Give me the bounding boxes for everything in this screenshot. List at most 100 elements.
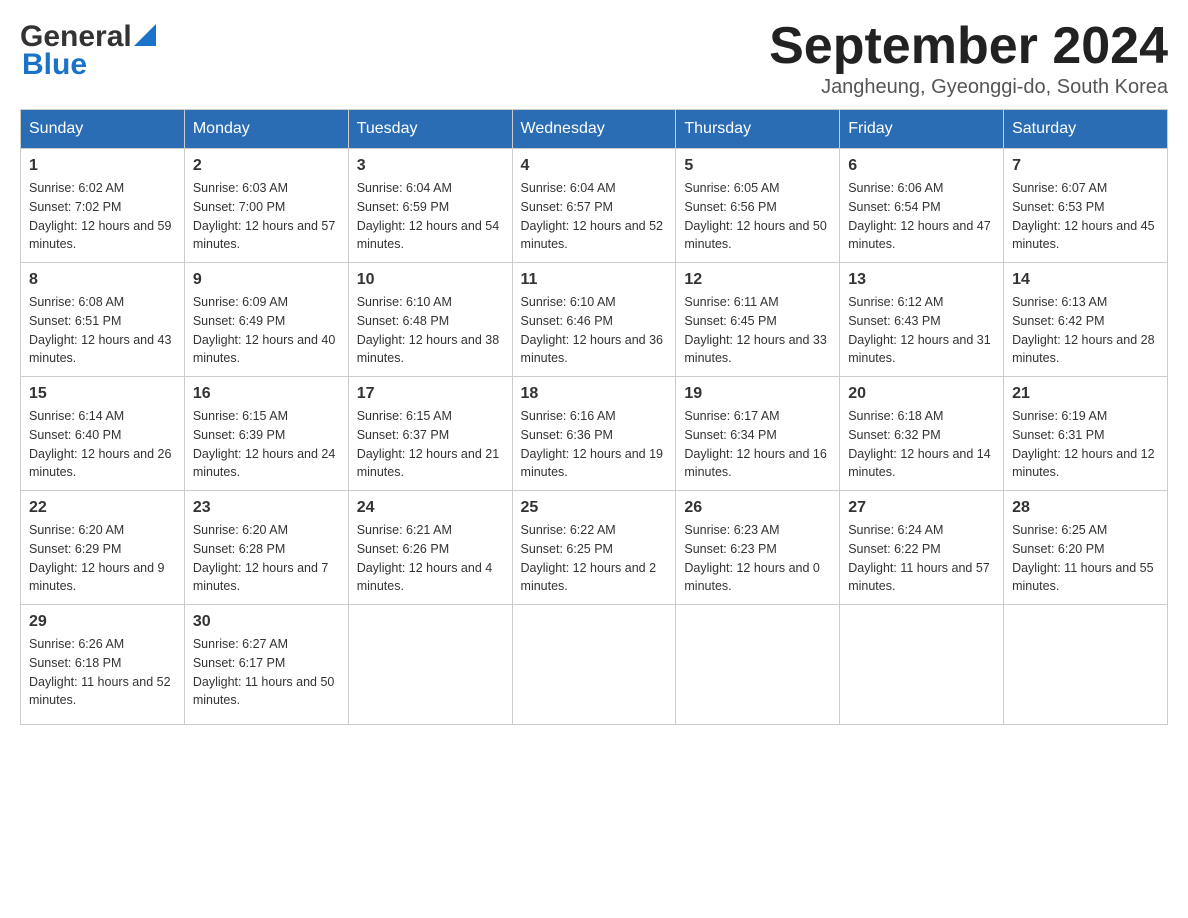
day-number: 16	[193, 385, 340, 403]
day-info: Sunrise: 6:18 AMSunset: 6:32 PMDaylight:…	[848, 407, 995, 482]
calendar-day-empty	[512, 605, 676, 725]
day-info: Sunrise: 6:24 AMSunset: 6:22 PMDaylight:…	[848, 521, 995, 596]
day-number: 24	[357, 499, 504, 517]
calendar-day-7: 7 Sunrise: 6:07 AMSunset: 6:53 PMDayligh…	[1004, 149, 1168, 263]
day-info: Sunrise: 6:05 AMSunset: 6:56 PMDaylight:…	[684, 179, 831, 254]
calendar-day-8: 8 Sunrise: 6:08 AMSunset: 6:51 PMDayligh…	[21, 263, 185, 377]
day-number: 4	[521, 157, 668, 175]
day-number: 21	[1012, 385, 1159, 403]
weekday-header-sunday: Sunday	[21, 110, 185, 149]
calendar-day-11: 11 Sunrise: 6:10 AMSunset: 6:46 PMDaylig…	[512, 263, 676, 377]
day-info: Sunrise: 6:04 AMSunset: 6:57 PMDaylight:…	[521, 179, 668, 254]
day-number: 23	[193, 499, 340, 517]
day-info: Sunrise: 6:10 AMSunset: 6:46 PMDaylight:…	[521, 293, 668, 368]
day-number: 2	[193, 157, 340, 175]
location-subtitle: Jangheung, Gyeonggi-do, South Korea	[769, 76, 1168, 99]
month-title: September 2024	[769, 20, 1168, 72]
weekday-header-thursday: Thursday	[676, 110, 840, 149]
day-number: 12	[684, 271, 831, 289]
day-number: 19	[684, 385, 831, 403]
day-number: 30	[193, 613, 340, 631]
day-number: 28	[1012, 499, 1159, 517]
day-number: 18	[521, 385, 668, 403]
calendar-day-27: 27 Sunrise: 6:24 AMSunset: 6:22 PMDaylig…	[840, 491, 1004, 605]
calendar-day-20: 20 Sunrise: 6:18 AMSunset: 6:32 PMDaylig…	[840, 377, 1004, 491]
day-number: 14	[1012, 271, 1159, 289]
day-number: 6	[848, 157, 995, 175]
weekday-header-friday: Friday	[840, 110, 1004, 149]
day-number: 25	[521, 499, 668, 517]
calendar-day-9: 9 Sunrise: 6:09 AMSunset: 6:49 PMDayligh…	[184, 263, 348, 377]
calendar-day-12: 12 Sunrise: 6:11 AMSunset: 6:45 PMDaylig…	[676, 263, 840, 377]
calendar-day-14: 14 Sunrise: 6:13 AMSunset: 6:42 PMDaylig…	[1004, 263, 1168, 377]
day-number: 8	[29, 271, 176, 289]
calendar-day-21: 21 Sunrise: 6:19 AMSunset: 6:31 PMDaylig…	[1004, 377, 1168, 491]
day-info: Sunrise: 6:20 AMSunset: 6:28 PMDaylight:…	[193, 521, 340, 596]
day-info: Sunrise: 6:12 AMSunset: 6:43 PMDaylight:…	[848, 293, 995, 368]
day-info: Sunrise: 6:23 AMSunset: 6:23 PMDaylight:…	[684, 521, 831, 596]
day-number: 26	[684, 499, 831, 517]
day-info: Sunrise: 6:27 AMSunset: 6:17 PMDaylight:…	[193, 635, 340, 710]
day-number: 5	[684, 157, 831, 175]
calendar-day-2: 2 Sunrise: 6:03 AMSunset: 7:00 PMDayligh…	[184, 149, 348, 263]
day-info: Sunrise: 6:08 AMSunset: 6:51 PMDaylight:…	[29, 293, 176, 368]
day-info: Sunrise: 6:13 AMSunset: 6:42 PMDaylight:…	[1012, 293, 1159, 368]
weekday-header-tuesday: Tuesday	[348, 110, 512, 149]
day-number: 1	[29, 157, 176, 175]
day-number: 7	[1012, 157, 1159, 175]
day-info: Sunrise: 6:25 AMSunset: 6:20 PMDaylight:…	[1012, 521, 1159, 596]
calendar-header-row: SundayMondayTuesdayWednesdayThursdayFrid…	[21, 110, 1168, 149]
calendar-day-28: 28 Sunrise: 6:25 AMSunset: 6:20 PMDaylig…	[1004, 491, 1168, 605]
calendar-week-4: 22 Sunrise: 6:20 AMSunset: 6:29 PMDaylig…	[21, 491, 1168, 605]
day-number: 13	[848, 271, 995, 289]
day-number: 27	[848, 499, 995, 517]
day-number: 9	[193, 271, 340, 289]
day-info: Sunrise: 6:15 AMSunset: 6:37 PMDaylight:…	[357, 407, 504, 482]
calendar-day-10: 10 Sunrise: 6:10 AMSunset: 6:48 PMDaylig…	[348, 263, 512, 377]
day-number: 29	[29, 613, 176, 631]
day-info: Sunrise: 6:06 AMSunset: 6:54 PMDaylight:…	[848, 179, 995, 254]
day-info: Sunrise: 6:10 AMSunset: 6:48 PMDaylight:…	[357, 293, 504, 368]
day-info: Sunrise: 6:22 AMSunset: 6:25 PMDaylight:…	[521, 521, 668, 596]
calendar-day-16: 16 Sunrise: 6:15 AMSunset: 6:39 PMDaylig…	[184, 377, 348, 491]
calendar-day-empty	[840, 605, 1004, 725]
calendar-week-3: 15 Sunrise: 6:14 AMSunset: 6:40 PMDaylig…	[21, 377, 1168, 491]
calendar-day-19: 19 Sunrise: 6:17 AMSunset: 6:34 PMDaylig…	[676, 377, 840, 491]
day-info: Sunrise: 6:07 AMSunset: 6:53 PMDaylight:…	[1012, 179, 1159, 254]
day-info: Sunrise: 6:03 AMSunset: 7:00 PMDaylight:…	[193, 179, 340, 254]
day-number: 10	[357, 271, 504, 289]
calendar-day-3: 3 Sunrise: 6:04 AMSunset: 6:59 PMDayligh…	[348, 149, 512, 263]
calendar-day-29: 29 Sunrise: 6:26 AMSunset: 6:18 PMDaylig…	[21, 605, 185, 725]
calendar-day-24: 24 Sunrise: 6:21 AMSunset: 6:26 PMDaylig…	[348, 491, 512, 605]
calendar-day-13: 13 Sunrise: 6:12 AMSunset: 6:43 PMDaylig…	[840, 263, 1004, 377]
day-info: Sunrise: 6:21 AMSunset: 6:26 PMDaylight:…	[357, 521, 504, 596]
day-info: Sunrise: 6:17 AMSunset: 6:34 PMDaylight:…	[684, 407, 831, 482]
day-number: 11	[521, 271, 668, 289]
calendar-day-22: 22 Sunrise: 6:20 AMSunset: 6:29 PMDaylig…	[21, 491, 185, 605]
calendar-day-6: 6 Sunrise: 6:06 AMSunset: 6:54 PMDayligh…	[840, 149, 1004, 263]
day-number: 17	[357, 385, 504, 403]
weekday-header-wednesday: Wednesday	[512, 110, 676, 149]
calendar-day-5: 5 Sunrise: 6:05 AMSunset: 6:56 PMDayligh…	[676, 149, 840, 263]
day-info: Sunrise: 6:04 AMSunset: 6:59 PMDaylight:…	[357, 179, 504, 254]
calendar-day-empty	[1004, 605, 1168, 725]
day-info: Sunrise: 6:02 AMSunset: 7:02 PMDaylight:…	[29, 179, 176, 254]
logo: General Blue	[20, 20, 156, 82]
calendar-day-1: 1 Sunrise: 6:02 AMSunset: 7:02 PMDayligh…	[21, 149, 185, 263]
page-header: General Blue September 2024 Jangheung, G…	[20, 20, 1168, 99]
logo-triangle-icon	[134, 24, 156, 46]
calendar-day-empty	[676, 605, 840, 725]
calendar-day-23: 23 Sunrise: 6:20 AMSunset: 6:28 PMDaylig…	[184, 491, 348, 605]
day-number: 20	[848, 385, 995, 403]
calendar-table: SundayMondayTuesdayWednesdayThursdayFrid…	[20, 109, 1168, 725]
calendar-day-30: 30 Sunrise: 6:27 AMSunset: 6:17 PMDaylig…	[184, 605, 348, 725]
day-info: Sunrise: 6:11 AMSunset: 6:45 PMDaylight:…	[684, 293, 831, 368]
day-info: Sunrise: 6:15 AMSunset: 6:39 PMDaylight:…	[193, 407, 340, 482]
title-block: September 2024 Jangheung, Gyeonggi-do, S…	[769, 20, 1168, 99]
calendar-day-17: 17 Sunrise: 6:15 AMSunset: 6:37 PMDaylig…	[348, 377, 512, 491]
day-number: 15	[29, 385, 176, 403]
day-info: Sunrise: 6:16 AMSunset: 6:36 PMDaylight:…	[521, 407, 668, 482]
day-info: Sunrise: 6:14 AMSunset: 6:40 PMDaylight:…	[29, 407, 176, 482]
weekday-header-monday: Monday	[184, 110, 348, 149]
day-number: 22	[29, 499, 176, 517]
